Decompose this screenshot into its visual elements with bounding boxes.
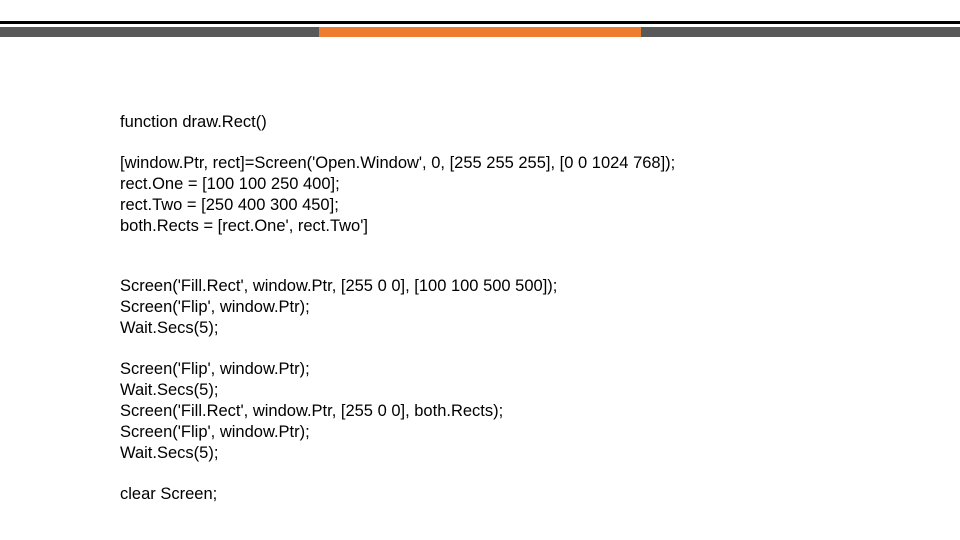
code-line: Screen('Fill.Rect', window.Ptr, [255 0 0… — [120, 401, 850, 422]
code-line: Screen('Fill.Rect', window.Ptr, [255 0 0… — [120, 276, 850, 297]
accent-segment-orange — [319, 27, 641, 37]
code-para-3: Screen('Fill.Rect', window.Ptr, [255 0 0… — [120, 276, 850, 339]
code-line: rect.Two = [250 400 300 450]; — [120, 195, 850, 216]
code-para-4: Screen('Flip', window.Ptr); Wait.Secs(5)… — [120, 359, 850, 465]
code-line: rect.One = [100 100 250 400]; — [120, 174, 850, 195]
accent-bar — [0, 27, 960, 37]
code-para-5: clear Screen; — [120, 484, 850, 505]
code-line: Screen('Flip', window.Ptr); — [120, 359, 850, 380]
code-content: function draw.Rect() [window.Ptr, rect]=… — [120, 112, 850, 526]
code-line: [window.Ptr, rect]=Screen('Open.Window',… — [120, 153, 850, 174]
code-line: Wait.Secs(5); — [120, 443, 850, 464]
accent-segment-gray-left — [0, 27, 319, 37]
code-line: function draw.Rect() — [120, 112, 850, 133]
code-line: Screen('Flip', window.Ptr); — [120, 297, 850, 318]
code-line: Screen('Flip', window.Ptr); — [120, 422, 850, 443]
code-para-1: function draw.Rect() — [120, 112, 850, 133]
code-line: Wait.Secs(5); — [120, 380, 850, 401]
code-line: clear Screen; — [120, 484, 850, 505]
accent-segment-gray-right — [641, 27, 960, 37]
code-line: both.Rects = [rect.One', rect.Two'] — [120, 216, 850, 237]
top-rule — [0, 21, 960, 24]
code-para-2: [window.Ptr, rect]=Screen('Open.Window',… — [120, 153, 850, 237]
code-line: Wait.Secs(5); — [120, 318, 850, 339]
